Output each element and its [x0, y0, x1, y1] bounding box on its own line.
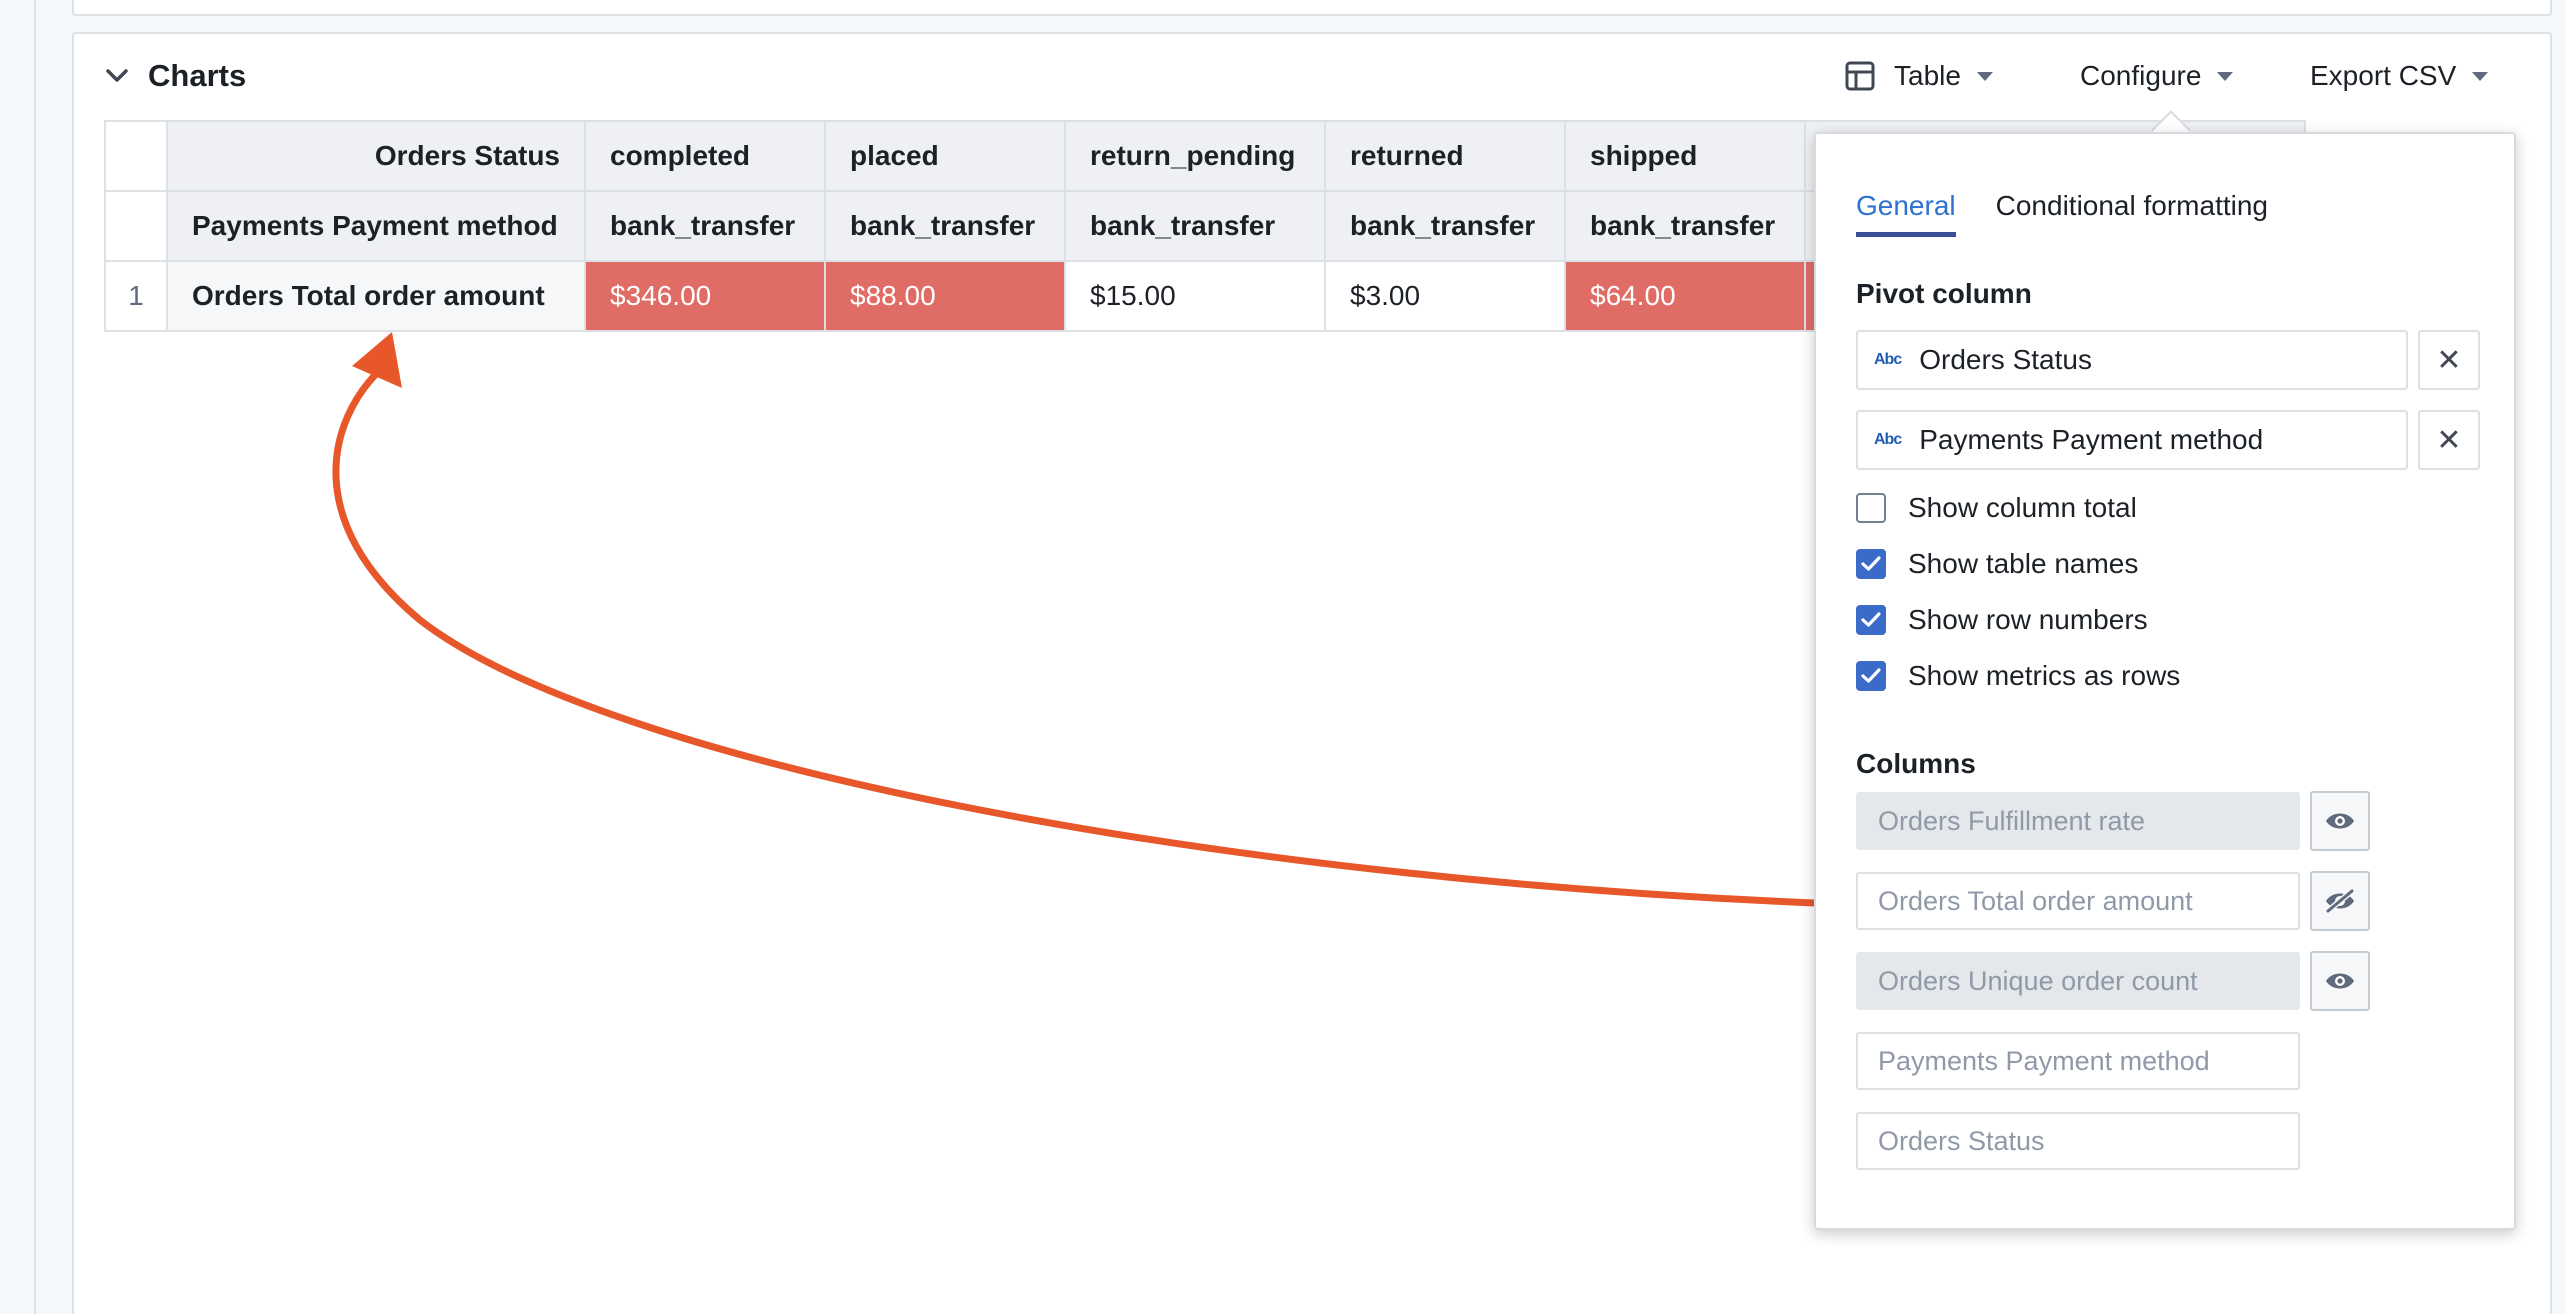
caret-down-icon	[2472, 71, 2489, 81]
toggle-visibility-button[interactable]	[2310, 791, 2370, 851]
checkbox-label: Show metrics as rows	[1908, 660, 2181, 691]
toggle-visibility-button[interactable]	[2310, 951, 2370, 1011]
checkbox-show-metrics-as-rows[interactable]: Show metrics as rows	[1856, 660, 2180, 692]
value-cell: $346.00	[584, 260, 826, 332]
toggle-visibility-button[interactable]	[2310, 871, 2370, 931]
header-cell: bank_transfer	[584, 190, 826, 262]
card-header: Charts	[102, 58, 246, 94]
remove-pivot-button[interactable]: ✕	[2418, 410, 2480, 470]
caret-down-icon	[2217, 71, 2234, 81]
checkmark-icon	[1861, 612, 1881, 627]
value-cell: $64.00	[1564, 260, 1806, 332]
string-type-icon: Abc	[1874, 431, 1902, 448]
table-view-button[interactable]: Table	[1844, 56, 1993, 96]
checkbox-show-column-total[interactable]: Show column total	[1856, 492, 2137, 524]
header-cell: returned	[1324, 120, 1566, 192]
header-cell: bank_transfer	[824, 190, 1066, 262]
tab-general[interactable]: General	[1856, 190, 1956, 237]
row-label: Orders Total order amount	[166, 260, 586, 332]
popover-tabs: General Conditional formatting	[1856, 190, 2308, 237]
header-cell: bank_transfer	[1324, 190, 1566, 262]
pivot-field-label: Orders Status	[1919, 344, 2092, 375]
pivot-column-heading: Pivot column	[1856, 278, 2032, 309]
pivot-field-status[interactable]: Abc Orders Status	[1856, 330, 2408, 390]
caret-down-icon	[1976, 71, 1993, 81]
configure-popover: General Conditional formatting Pivot col…	[1814, 132, 2516, 1230]
checkbox-label: Show row numbers	[1908, 604, 2148, 635]
row-number: 1	[104, 260, 168, 332]
checkbox-box[interactable]	[1856, 605, 1886, 635]
configure-button[interactable]: Configure	[2080, 56, 2234, 96]
corner-cell	[104, 120, 168, 192]
header-cell: bank_transfer	[1564, 190, 1806, 262]
configure-label: Configure	[2080, 60, 2202, 91]
string-type-icon: Abc	[1874, 351, 1902, 368]
header-label: Payments Payment method	[166, 190, 586, 262]
checkmark-icon	[1861, 668, 1881, 683]
eye-icon	[2326, 813, 2354, 829]
header-cell: shipped	[1564, 120, 1806, 192]
page-gutter	[0, 0, 36, 1314]
value-cell: $15.00	[1064, 260, 1326, 332]
header-cell: return_pending	[1064, 120, 1326, 192]
checkbox-show-table-names[interactable]: Show table names	[1856, 548, 2138, 580]
column-item[interactable]: Orders Unique order count	[1856, 952, 2300, 1010]
close-icon: ✕	[2436, 423, 2462, 457]
header-cell: placed	[824, 120, 1066, 192]
card-title: Charts	[148, 58, 247, 93]
columns-heading: Columns	[1856, 748, 1976, 779]
header-label: Orders Status	[166, 120, 586, 192]
checkbox-show-row-numbers[interactable]: Show row numbers	[1856, 604, 2148, 636]
value-cell: $3.00	[1324, 260, 1566, 332]
previous-card	[72, 0, 2552, 16]
checkbox-box[interactable]	[1856, 661, 1886, 691]
close-icon: ✕	[2436, 343, 2462, 377]
value-cell: $88.00	[824, 260, 1066, 332]
header-cell: bank_transfer	[1064, 190, 1326, 262]
chevron-down-icon[interactable]	[102, 61, 132, 91]
column-item[interactable]: Payments Payment method	[1856, 1032, 2300, 1090]
corner-cell	[104, 190, 168, 262]
checkbox-box[interactable]	[1856, 549, 1886, 579]
checkbox-label: Show table names	[1908, 548, 2139, 579]
eye-off-icon	[2326, 888, 2354, 914]
export-csv-button[interactable]: Export CSV	[2310, 56, 2489, 96]
pivot-field-payment-method[interactable]: Abc Payments Payment method	[1856, 410, 2408, 470]
table-icon	[1844, 60, 1876, 92]
checkbox-label: Show column total	[1908, 492, 2137, 523]
export-csv-label: Export CSV	[2310, 60, 2457, 91]
column-item[interactable]: Orders Total order amount	[1856, 872, 2300, 930]
column-item[interactable]: Orders Fulfillment rate	[1856, 792, 2300, 850]
checkmark-icon	[1861, 556, 1881, 571]
column-item[interactable]: Orders Status	[1856, 1112, 2300, 1170]
header-cell: completed	[584, 120, 826, 192]
table-view-label: Table	[1894, 60, 1961, 91]
tab-conditional-formatting[interactable]: Conditional formatting	[1996, 190, 2268, 237]
checkbox-box[interactable]	[1856, 493, 1886, 523]
remove-pivot-button[interactable]: ✕	[2418, 330, 2480, 390]
eye-icon	[2326, 973, 2354, 989]
pivot-field-label: Payments Payment method	[1919, 424, 2264, 455]
